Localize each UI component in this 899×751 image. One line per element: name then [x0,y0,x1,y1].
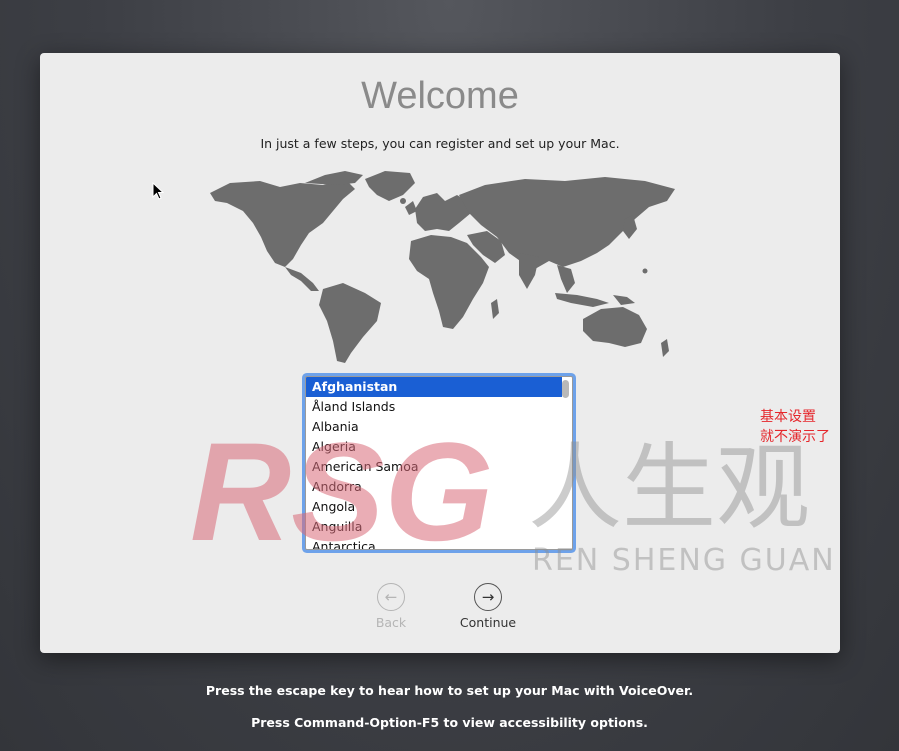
continue-label: Continue [459,615,517,630]
voiceover-hint: Press the escape key to hear how to set … [205,683,694,698]
country-option-antarctica[interactable]: Antarctica [306,537,562,549]
country-option-andorra[interactable]: Andorra [306,477,562,497]
country-option-albania[interactable]: Albania [306,417,562,437]
country-option-afghanistan[interactable]: Afghanistan [306,377,562,397]
country-option-american-samoa[interactable]: American Samoa [306,457,562,477]
page-title: Welcome [361,75,519,117]
annotation-line-2: 就不演示了 [760,429,830,445]
country-option-anguilla[interactable]: Anguilla [306,517,562,537]
country-option-angola[interactable]: Angola [306,497,562,517]
annotation-line-1: 基本设置 [760,409,816,425]
world-map-icon [210,171,675,363]
country-option-algeria[interactable]: Algeria [306,437,562,457]
country-option-aland-islands[interactable]: Åland Islands [306,397,562,417]
continue-button[interactable]: → Continue [453,583,523,630]
mouse-cursor-icon [152,182,164,200]
accessibility-hint: Press Command-Option-F5 to view accessib… [251,715,648,730]
arrow-right-icon: → [474,583,502,611]
annotation-note: 基本设置 就不演示了 [760,407,830,447]
setup-assistant-window: Welcome In just a few steps, you can reg… [40,53,840,653]
back-label: Back [375,615,407,630]
arrow-left-icon: ← [377,583,405,611]
list-scrollbar[interactable] [562,380,569,398]
country-list[interactable]: Afghanistan Åland Islands Albania Algeri… [305,376,573,550]
page-subtitle: In just a few steps, you can register an… [260,136,620,151]
back-button[interactable]: ← Back [366,583,416,630]
